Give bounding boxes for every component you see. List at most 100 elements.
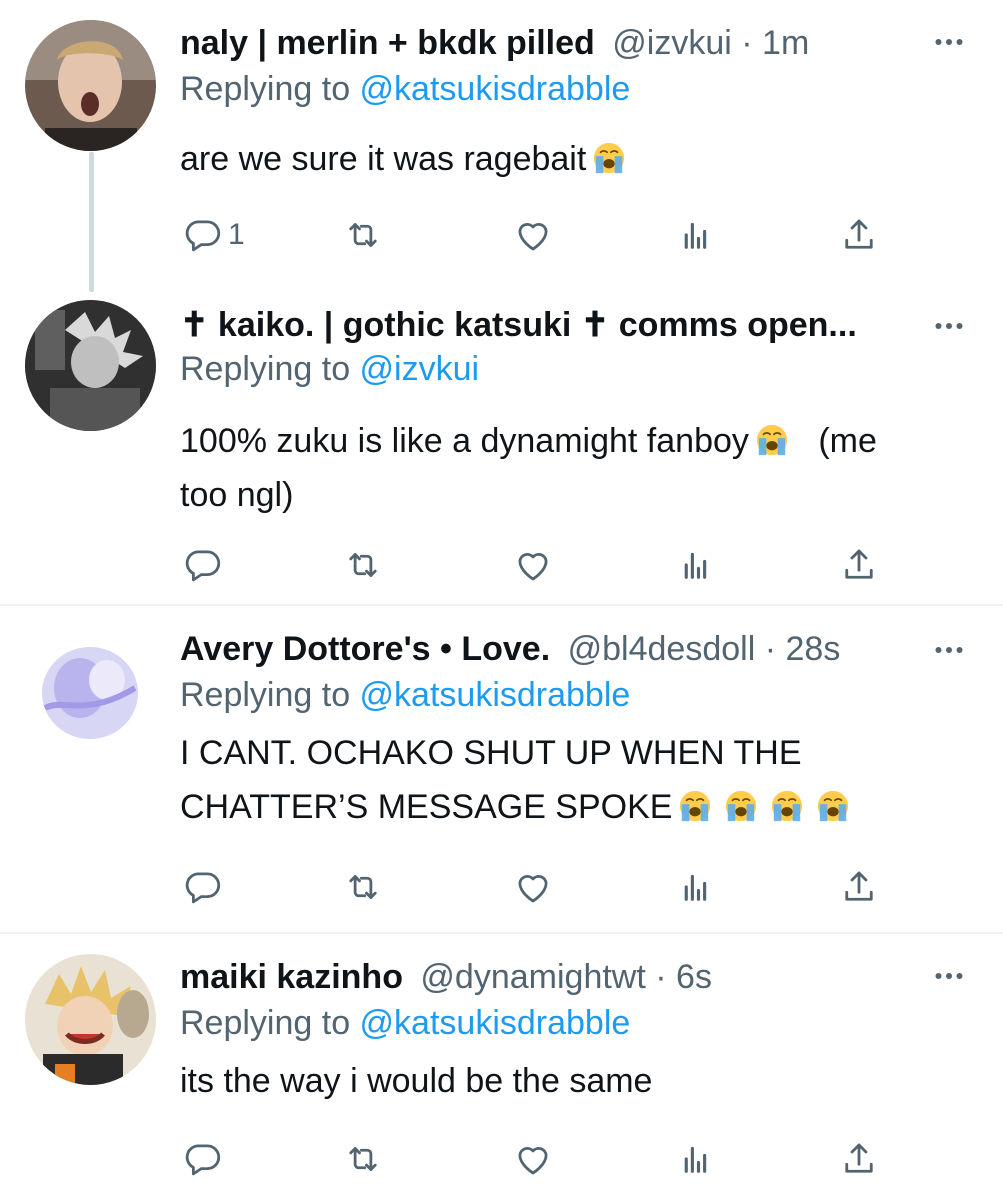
- action-bar: [0, 1136, 1003, 1182]
- more-icon: [931, 958, 967, 994]
- display-name[interactable]: ✝ kaiko. | gothic katsuki ✝ comms open..…: [180, 306, 857, 344]
- retweet-icon: [342, 1138, 384, 1180]
- user-handle[interactable]: @dynamightwt: [420, 958, 645, 996]
- user-handle[interactable]: @izvkui: [612, 24, 732, 62]
- tweet-3[interactable]: Avery Dottore's • Love. @bl4desdoll · 28…: [0, 620, 1003, 932]
- separator-dot: ·: [741, 24, 753, 62]
- reply-icon: [182, 214, 224, 256]
- action-bar: [0, 864, 1003, 910]
- avatar[interactable]: [25, 300, 156, 431]
- like-button[interactable]: [512, 1136, 554, 1182]
- replying-to-prefix: Replying to: [180, 350, 360, 388]
- replying-to-prefix: Replying to: [180, 676, 360, 714]
- action-bar: [0, 542, 1003, 588]
- tweet-2[interactable]: ✝ kaiko. | gothic katsuki ✝ comms open..…: [0, 292, 1003, 602]
- timestamp[interactable]: 28s: [786, 630, 841, 668]
- like-button[interactable]: [512, 864, 554, 910]
- like-icon: [512, 214, 554, 256]
- reply-button[interactable]: [182, 864, 224, 910]
- share-button[interactable]: [838, 542, 880, 588]
- share-button[interactable]: [838, 212, 880, 258]
- tweet-header: maiki kazinho @dynamightwt · 6s: [180, 952, 923, 1002]
- tweet-text: are we sure it was ragebait: [180, 132, 963, 186]
- replying-to-prefix: Replying to: [180, 70, 360, 108]
- views-button[interactable]: [674, 1136, 716, 1182]
- tweet-header: naly | merlin + bkdk pilled @izvkui · 1m: [180, 18, 923, 68]
- reply-button[interactable]: [182, 1136, 224, 1182]
- retweet-icon: [342, 214, 384, 256]
- share-icon: [838, 214, 880, 256]
- replying-to: Replying to @katsukisdrabble: [180, 998, 630, 1048]
- replying-to-mention[interactable]: @katsukisdrabble: [360, 1004, 631, 1042]
- loudly-crying-face-emoji: [770, 789, 804, 823]
- tweet-text-line: I CANT. OCHAKO SHUT UP WHEN THE: [180, 734, 802, 772]
- like-button[interactable]: [512, 542, 554, 588]
- tweet-text-line: 100% zuku is like a dynamight fanboy: [180, 422, 749, 460]
- display-name[interactable]: Avery Dottore's • Love.: [180, 630, 550, 668]
- retweet-button[interactable]: [342, 542, 384, 588]
- more-icon: [931, 308, 967, 344]
- share-icon: [838, 544, 880, 586]
- tweet-1[interactable]: naly | merlin + bkdk pilled @izvkui · 1m…: [0, 16, 1003, 294]
- replying-to-mention[interactable]: @katsukisdrabble: [360, 676, 631, 714]
- views-button[interactable]: [674, 864, 716, 910]
- more-options-button[interactable]: [931, 308, 967, 344]
- retweet-icon: [342, 544, 384, 586]
- avatar[interactable]: [25, 628, 156, 759]
- share-icon: [838, 1138, 880, 1180]
- reply-count: 1: [228, 218, 245, 251]
- share-icon: [838, 866, 880, 908]
- reply-icon: [182, 544, 224, 586]
- avatar[interactable]: [25, 20, 156, 151]
- more-options-button[interactable]: [931, 24, 967, 60]
- replying-to-prefix: Replying to: [180, 1004, 360, 1042]
- tweet-text-line: (me: [818, 422, 877, 460]
- avatar[interactable]: [25, 954, 156, 1085]
- views-button[interactable]: [674, 212, 716, 258]
- like-icon: [512, 866, 554, 908]
- more-options-button[interactable]: [931, 632, 967, 668]
- views-icon: [674, 544, 716, 586]
- loudly-crying-face-emoji: [755, 423, 789, 457]
- reply-button[interactable]: 1: [182, 212, 245, 258]
- loudly-crying-face-emoji: [678, 789, 712, 823]
- display-name[interactable]: naly | merlin + bkdk pilled: [180, 24, 595, 62]
- tweet-text: I CANT. OCHAKO SHUT UP WHEN THE CHATTER’…: [180, 726, 963, 834]
- more-options-button[interactable]: [931, 958, 967, 994]
- retweet-icon: [342, 866, 384, 908]
- loudly-crying-face-emoji: [816, 789, 850, 823]
- retweet-button[interactable]: [342, 212, 384, 258]
- tweet-text: 100% zuku is like a dynamight fanboy (me…: [180, 414, 963, 522]
- reply-icon: [182, 1138, 224, 1180]
- more-icon: [931, 632, 967, 668]
- loudly-crying-face-emoji: [724, 789, 758, 823]
- share-button[interactable]: [838, 1136, 880, 1182]
- tweet-4[interactable]: maiki kazinho @dynamightwt · 6s Replying…: [0, 950, 1003, 1199]
- tweet-text-line: too ngl): [180, 476, 294, 514]
- tweet-header: ✝ kaiko. | gothic katsuki ✝ comms open..…: [180, 300, 923, 350]
- tweet-divider: [0, 604, 1003, 606]
- timestamp[interactable]: 1m: [762, 24, 809, 62]
- tweet-divider: [0, 932, 1003, 934]
- timestamp[interactable]: 6s: [676, 958, 712, 996]
- loudly-crying-face-emoji: [592, 141, 626, 175]
- display-name[interactable]: maiki kazinho: [180, 958, 403, 996]
- separator-dot: ·: [655, 958, 667, 996]
- like-icon: [512, 544, 554, 586]
- views-icon: [674, 214, 716, 256]
- views-icon: [674, 866, 716, 908]
- views-button[interactable]: [674, 542, 716, 588]
- tweet-text: its the way i would be the same: [180, 1054, 963, 1108]
- replying-to-mention[interactable]: @izvkui: [360, 350, 480, 388]
- replying-to-mention[interactable]: @katsukisdrabble: [360, 70, 631, 108]
- like-button[interactable]: [512, 212, 554, 258]
- tweet-text-line: CHATTER’S MESSAGE SPOKE: [180, 788, 673, 826]
- retweet-button[interactable]: [342, 1136, 384, 1182]
- action-bar: 1: [0, 212, 1003, 258]
- user-handle[interactable]: @bl4desdoll: [568, 630, 756, 668]
- share-button[interactable]: [838, 864, 880, 910]
- reply-button[interactable]: [182, 542, 224, 588]
- separator-dot: ·: [764, 630, 777, 668]
- tweet-header: Avery Dottore's • Love. @bl4desdoll · 28…: [180, 624, 923, 674]
- retweet-button[interactable]: [342, 864, 384, 910]
